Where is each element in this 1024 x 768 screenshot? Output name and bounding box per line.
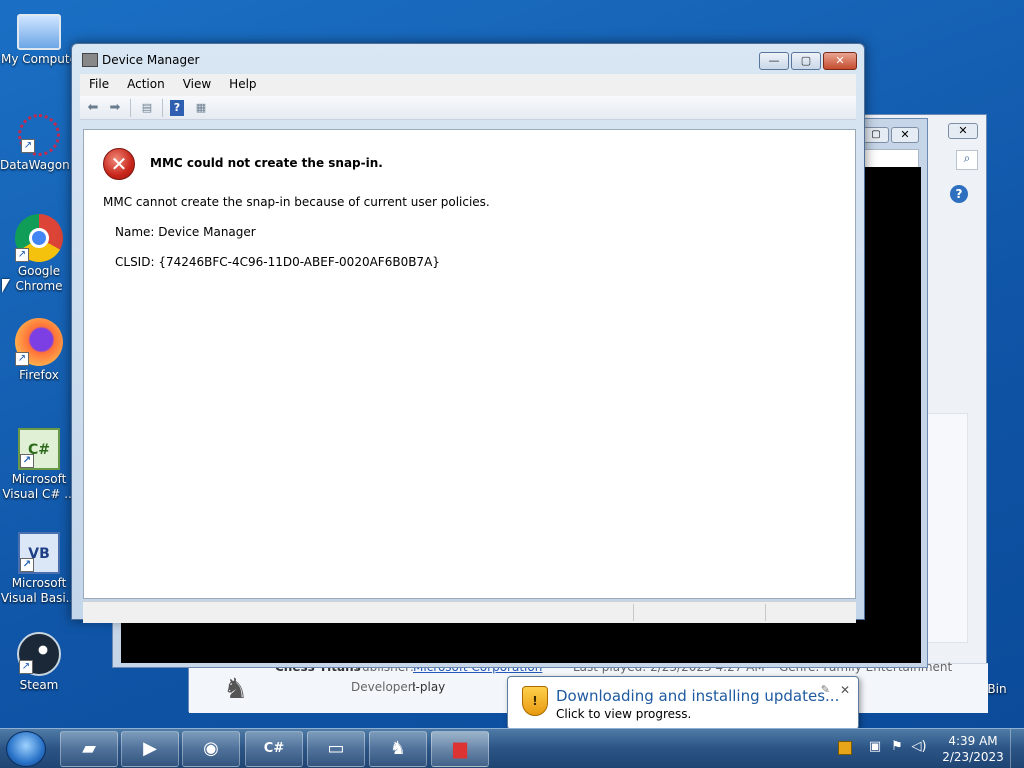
- desktop-icon-datawagon[interactable]: ↗ DataWagon...: [0, 114, 82, 173]
- status-separator: [633, 604, 634, 621]
- shortcut-arrow-icon: ↗: [19, 660, 33, 674]
- desktop-icon-label: Microsoft Visual C# ...: [2, 472, 76, 501]
- desktop-icon-steam[interactable]: ↗ Steam: [0, 632, 78, 693]
- minimize-button[interactable]: —: [759, 52, 789, 70]
- taskbar-toolbox[interactable]: ▆: [431, 731, 489, 767]
- update-tray-icon[interactable]: [838, 741, 852, 755]
- desktop-icon-chrome[interactable]: ↗ Google Chrome: [0, 214, 78, 294]
- desktop-icon-firefox[interactable]: ↗ Firefox: [0, 318, 78, 383]
- notification-subtitle[interactable]: Click to view progress.: [556, 707, 691, 721]
- properties-icon[interactable]: ▦: [192, 100, 210, 116]
- shortcut-arrow-icon: ↗: [21, 139, 35, 153]
- menu-file[interactable]: File: [80, 74, 118, 94]
- help-icon[interactable]: ?: [950, 185, 968, 203]
- toolbox-icon: ▆: [453, 738, 467, 759]
- chrome-icon: ↗: [15, 214, 63, 262]
- computer-icon: [17, 14, 61, 50]
- device-manager-window[interactable]: Device Manager — ▢ ✕ File Action View Help …: [71, 43, 865, 623]
- snap-in-clsid: CLSID: {74246BFC-4C96-11D0-ABEF-0020AF6B…: [115, 255, 440, 269]
- desktop-icon-label: DataWagon...: [0, 158, 82, 172]
- shortcut-arrow-icon: ↗: [20, 454, 34, 468]
- close-button[interactable]: ✕: [823, 52, 857, 70]
- clock[interactable]: 4:39 AM 2/23/2023: [940, 733, 1006, 765]
- desktop-icon-label: My Compute: [1, 52, 77, 66]
- taskbar-chess[interactable]: ♞: [369, 731, 427, 767]
- mouse-cursor-icon: [2, 279, 10, 293]
- steam-icon: ↗: [17, 632, 61, 676]
- desktop-icon-label: Steam: [19, 678, 59, 692]
- device-manager-icon: [82, 53, 98, 67]
- menu-view[interactable]: View: [174, 74, 220, 94]
- status-separator: [765, 604, 766, 621]
- error-title: MMC could not create the snap-in.: [150, 156, 383, 170]
- developer-label: Developer:: [351, 680, 417, 694]
- search-icon[interactable]: ⌕: [956, 150, 978, 170]
- visual-csharp-icon: C# ↗: [18, 428, 60, 470]
- start-button[interactable]: [6, 731, 46, 767]
- taskbar-device-manager[interactable]: ▭: [307, 731, 365, 767]
- device-manager-icon: ▭: [327, 738, 345, 759]
- shortcut-arrow-icon: ↗: [15, 352, 29, 366]
- toolbar-separator: [162, 99, 163, 117]
- toolbar: ⬅ ➡ ▤ ? ▦: [80, 96, 856, 120]
- datawagon-icon: ↗: [18, 114, 60, 156]
- snap-in-error-pane: ✕ MMC could not create the snap-in. MMC …: [83, 129, 856, 599]
- system-tray: ▣ ⚑ ◁): [864, 739, 930, 754]
- toolbar-separator: [130, 99, 131, 117]
- window-title: Device Manager: [102, 53, 200, 67]
- console-tree-icon[interactable]: ▤: [138, 100, 156, 116]
- shortcut-arrow-icon: ↗: [15, 248, 29, 262]
- visual-basic-icon: VB ↗: [18, 532, 60, 574]
- network-icon[interactable]: ▣: [864, 739, 886, 754]
- close-button[interactable]: ✕: [948, 123, 978, 139]
- clock-time: 4:39 AM: [948, 734, 998, 748]
- taskbar-media-player[interactable]: ▶: [121, 731, 179, 767]
- chess-icon: ♞: [389, 738, 407, 759]
- chrome-icon: ◉: [203, 738, 219, 759]
- taskbar-chrome[interactable]: ◉: [182, 731, 240, 767]
- close-icon[interactable]: ✕: [840, 683, 850, 697]
- menu-action[interactable]: Action: [118, 74, 174, 94]
- status-bar: [83, 601, 856, 623]
- menu-bar: File Action View Help: [80, 74, 856, 96]
- shortcut-arrow-icon: ↗: [20, 558, 34, 572]
- folder-icon: ▰: [82, 738, 96, 759]
- close-button[interactable]: ✕: [891, 127, 919, 143]
- search-box[interactable]: [859, 149, 919, 169]
- restore-button[interactable]: ▢: [863, 127, 889, 143]
- volume-icon[interactable]: ◁): [908, 739, 930, 754]
- forward-arrow-icon[interactable]: ➡: [106, 100, 124, 116]
- show-desktop-button[interactable]: [1010, 729, 1024, 768]
- update-notification[interactable]: ! Downloading and installing updates... …: [507, 676, 859, 730]
- firefox-icon: ↗: [15, 318, 63, 366]
- title-bar[interactable]: Device Manager — ▢ ✕: [72, 44, 864, 74]
- error-icon: ✕: [103, 148, 135, 180]
- menu-help[interactable]: Help: [220, 74, 265, 94]
- taskbar-explorer[interactable]: ▰: [60, 731, 118, 767]
- help-icon[interactable]: ?: [170, 100, 184, 116]
- snap-in-name: Name: Device Manager: [115, 225, 256, 239]
- visual-csharp-icon: C#: [263, 741, 285, 756]
- desktop-icon-visual-csharp[interactable]: C# ↗ Microsoft Visual C# ...: [0, 428, 78, 502]
- desktop-icon-label: Microsoft Visual Basi...: [0, 576, 78, 605]
- desktop-icon-visual-basic[interactable]: VB ↗ Microsoft Visual Basi...: [0, 532, 78, 606]
- desktop-icon-label: Firefox: [19, 368, 59, 382]
- pin-icon[interactable]: ✎: [821, 683, 830, 696]
- developer-value: I-play: [412, 680, 446, 694]
- error-message: MMC cannot create the snap-in because of…: [103, 195, 490, 209]
- back-arrow-icon[interactable]: ⬅: [84, 100, 102, 116]
- shield-warning-icon: !: [522, 686, 548, 716]
- action-center-flag-icon[interactable]: ⚑: [886, 739, 908, 754]
- maximize-button[interactable]: ▢: [791, 52, 821, 70]
- clock-date: 2/23/2023: [942, 750, 1004, 764]
- taskbar-visual-csharp[interactable]: C#: [245, 731, 303, 767]
- notification-title[interactable]: Downloading and installing updates...: [556, 687, 839, 705]
- media-player-icon: ▶: [143, 738, 157, 759]
- chess-icon: ♞: [223, 672, 249, 705]
- taskbar: ▰ ▶ ◉ C# ▭ ♞ ▆ ▣ ⚑ ◁) 4:39 AM 2/23/2023: [0, 728, 1024, 768]
- desktop-icon-label: Google Chrome: [15, 264, 63, 293]
- desktop-icon-my-computer[interactable]: My Compute: [0, 10, 78, 67]
